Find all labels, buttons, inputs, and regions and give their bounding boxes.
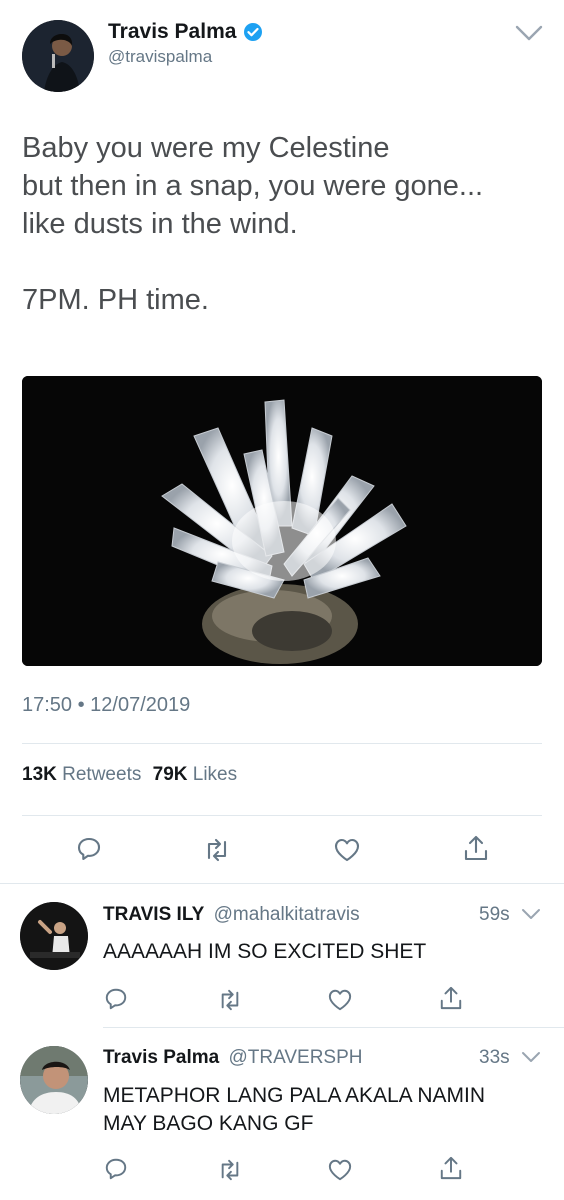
share-icon[interactable] (439, 1155, 463, 1181)
retweet-icon[interactable] (202, 838, 232, 862)
reply-header: Travis Palma @TRAVERSPH (103, 1047, 363, 1069)
divider (103, 1027, 564, 1028)
reply-text: AAAAAAH IM SO EXCITED SHET (103, 940, 427, 963)
chevron-down-icon[interactable] (514, 24, 544, 42)
reply-time: 59s (479, 904, 510, 925)
likes-label[interactable]: Likes (193, 764, 237, 785)
divider (22, 743, 542, 744)
heart-icon[interactable] (327, 988, 353, 1012)
reply-text-line: METAPHOR LANG PALA AKALA NAMIN (103, 1084, 486, 1107)
reply-text-line: MAY BAGO KANG GF (103, 1112, 314, 1135)
reply-display-name[interactable]: Travis Palma (103, 1047, 219, 1068)
reply-handle[interactable]: @TRAVERSPH (228, 1047, 362, 1068)
share-icon[interactable] (439, 985, 463, 1011)
heart-icon[interactable] (327, 1158, 353, 1182)
tweet-text-line: 7PM. PH time. (22, 284, 209, 316)
heart-icon[interactable] (333, 837, 361, 863)
retweets-label[interactable]: Retweets (62, 764, 141, 785)
retweet-icon[interactable] (216, 989, 244, 1011)
avatar[interactable] (20, 902, 88, 970)
reply-icon[interactable] (104, 987, 128, 1011)
avatar[interactable] (20, 1046, 88, 1114)
likes-count[interactable]: 79K (153, 764, 188, 785)
tweet-text-line (22, 243, 483, 281)
tweet-stats: 13K Retweets 79K Likes (22, 764, 237, 786)
reply-header: TRAVIS ILY @mahalkitatravis (103, 904, 360, 926)
reply-handle[interactable]: @mahalkitatravis (214, 904, 360, 925)
avatar[interactable] (22, 20, 94, 92)
chevron-down-icon[interactable] (520, 1049, 542, 1065)
retweets-count[interactable]: 13K (22, 764, 57, 785)
verified-badge-icon (243, 22, 263, 42)
tweet-media-image[interactable] (22, 376, 542, 666)
divider (0, 883, 564, 884)
reply-text: METAPHOR LANG PALA AKALA NAMIN MAY BAGO … (103, 1082, 485, 1138)
tweet-text-line: Baby you were my Celestine (22, 132, 390, 164)
reply-icon[interactable] (104, 1157, 128, 1181)
display-name[interactable]: Travis Palma (108, 20, 236, 44)
retweet-icon[interactable] (216, 1159, 244, 1181)
tweet-timestamp[interactable]: 17:50 • 12/07/2019 (22, 694, 190, 717)
chevron-down-icon[interactable] (520, 906, 542, 922)
divider (22, 815, 542, 816)
reply-time: 33s (479, 1047, 510, 1068)
tweet-text: Baby you were my Celestine but then in a… (22, 129, 483, 319)
handle[interactable]: @travispalma (108, 47, 212, 67)
tweet-text-line: like dusts in the wind. (22, 208, 298, 240)
share-icon[interactable] (463, 834, 489, 862)
reply-display-name[interactable]: TRAVIS ILY (103, 904, 204, 925)
reply-icon[interactable] (76, 836, 102, 862)
tweet-text-line: but then in a snap, you were gone... (22, 170, 484, 202)
